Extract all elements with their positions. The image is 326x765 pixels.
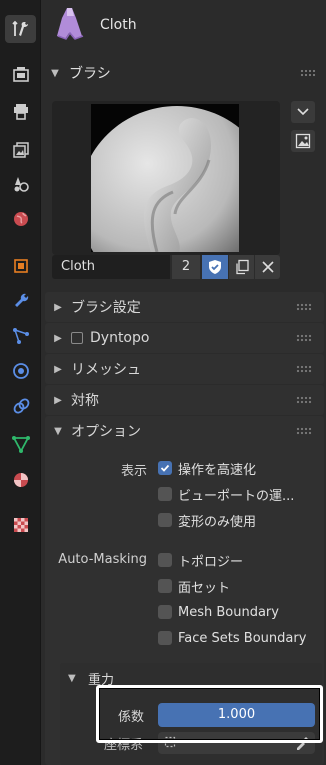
printer-icon [13, 104, 28, 120]
wrench-icon [14, 293, 28, 307]
show-brush-in-viewport-option[interactable]: ビューポートの運... [158, 483, 294, 505]
tool-tab[interactable] [5, 15, 36, 43]
chevron-down-icon [297, 108, 309, 116]
constraint-icon [13, 398, 29, 414]
checkbox-checked[interactable] [158, 461, 172, 475]
expand-triangle-icon: ▶ [54, 301, 62, 313]
highlight-frame [96, 685, 323, 743]
option-label: 面セット [178, 580, 231, 596]
object-icon [13, 259, 28, 273]
brush-users-count[interactable]: 2 [172, 255, 200, 279]
option-label: ビューポートの運... [178, 488, 295, 504]
preset-dropdown-button[interactable] [291, 101, 315, 123]
duplicate-brush-button[interactable] [229, 255, 254, 279]
symmetry-title: 対称 [71, 393, 99, 409]
brush-settings-title: ブラシ設定 [71, 300, 141, 316]
particles-tab[interactable] [5, 322, 36, 350]
display-label: 表示 [120, 464, 147, 479]
cloth-brush-icon [57, 8, 84, 40]
option-label: Face Sets Boundary [178, 630, 307, 646]
drag-grip-icon[interactable] [296, 365, 312, 373]
view-layer-tab[interactable] [5, 136, 36, 164]
brush-settings-header[interactable]: ▶ ブラシ設定 [45, 292, 324, 322]
remesh-title: リメッシュ [71, 362, 141, 378]
option-label: 操作を高速化 [178, 462, 257, 478]
particles-icon [12, 328, 29, 344]
image-stack-icon [12, 142, 29, 158]
dyntopo-title: Dyntopo [90, 330, 150, 346]
material-tab[interactable] [5, 466, 36, 494]
texture-icon [13, 518, 28, 532]
option-label: 変形のみ使用 [178, 514, 257, 530]
dyntopo-header[interactable]: ▶ Dyntopo [45, 323, 324, 353]
automask-topology-option[interactable]: トポロジー [158, 549, 243, 571]
drag-grip-icon[interactable] [296, 396, 312, 404]
world-icon [13, 212, 28, 226]
automask-mesh-boundary-option[interactable]: Mesh Boundary [158, 601, 279, 623]
checkmark-icon [160, 464, 170, 472]
drag-grip-icon[interactable] [296, 334, 312, 342]
texture-tab[interactable] [5, 511, 36, 539]
close-icon [261, 261, 274, 273]
context-header: Cloth [41, 0, 326, 48]
render-icon [12, 67, 29, 82]
brush-panel-header[interactable]: ▼ ブラシ [41, 58, 326, 88]
unlink-brush-button[interactable] [255, 255, 280, 279]
drag-grip-icon[interactable] [296, 427, 312, 435]
object-tab[interactable] [5, 252, 36, 280]
mesh-data-icon [11, 436, 30, 453]
physics-icon [12, 363, 29, 379]
checkbox[interactable] [158, 605, 172, 619]
auto-masking-label: Auto-Masking [58, 552, 147, 567]
checkbox[interactable] [158, 631, 172, 645]
fake-user-button[interactable] [202, 255, 228, 279]
options-header[interactable]: ▼ オプション [45, 416, 324, 446]
checkbox[interactable] [158, 553, 172, 567]
collapse-triangle-icon: ▼ [54, 425, 62, 437]
dyntopo-checkbox[interactable] [71, 332, 83, 344]
brush-datablock-row: Cloth 2 [52, 255, 280, 279]
shield-icon [209, 260, 221, 274]
remesh-header[interactable]: ▶ リメッシュ [45, 354, 324, 384]
expand-triangle-icon: ▶ [54, 332, 62, 344]
drag-grip-icon[interactable] [300, 69, 316, 77]
collapse-triangle-icon: ▼ [51, 67, 59, 79]
automask-face-sets-boundary-option[interactable]: Face Sets Boundary [158, 627, 306, 649]
image-icon [295, 133, 311, 149]
deform-only-option[interactable]: 変形のみ使用 [158, 509, 256, 531]
duplicate-icon [235, 259, 249, 275]
collapse-triangle-icon: ▼ [68, 672, 76, 684]
expand-triangle-icon: ▶ [54, 363, 62, 375]
brush-name-field[interactable]: Cloth [52, 255, 170, 279]
world-tab[interactable] [5, 205, 36, 233]
scene-icon [14, 177, 29, 192]
option-label: Mesh Boundary [178, 604, 279, 620]
drag-grip-icon[interactable] [296, 303, 312, 311]
object-name: Cloth [100, 17, 137, 33]
brush-panel-title: ブラシ [69, 66, 111, 82]
automask-face-sets-option[interactable]: 面セット [158, 575, 230, 597]
tool-icon [11, 20, 28, 36]
modifier-tab[interactable] [5, 287, 36, 315]
brush-preview-image[interactable] [79, 104, 275, 298]
options-title: オプション [71, 424, 141, 440]
checkbox[interactable] [158, 513, 172, 527]
constraints-tab[interactable] [5, 392, 36, 420]
symmetry-header[interactable]: ▶ 対称 [45, 385, 324, 415]
checkbox[interactable] [158, 579, 172, 593]
custom-icon-button[interactable] [291, 130, 315, 152]
properties-tab-bar [0, 0, 41, 765]
data-tab[interactable] [5, 430, 36, 458]
material-icon [13, 473, 28, 487]
option-label: トポロジー [178, 554, 244, 570]
fast-navigate-option[interactable]: 操作を高速化 [158, 457, 256, 479]
physics-tab[interactable] [5, 357, 36, 385]
scene-tab[interactable] [5, 170, 36, 198]
expand-triangle-icon: ▶ [54, 394, 62, 406]
render-tab[interactable] [5, 60, 36, 88]
output-tab[interactable] [5, 98, 36, 126]
checkbox[interactable] [158, 487, 172, 501]
